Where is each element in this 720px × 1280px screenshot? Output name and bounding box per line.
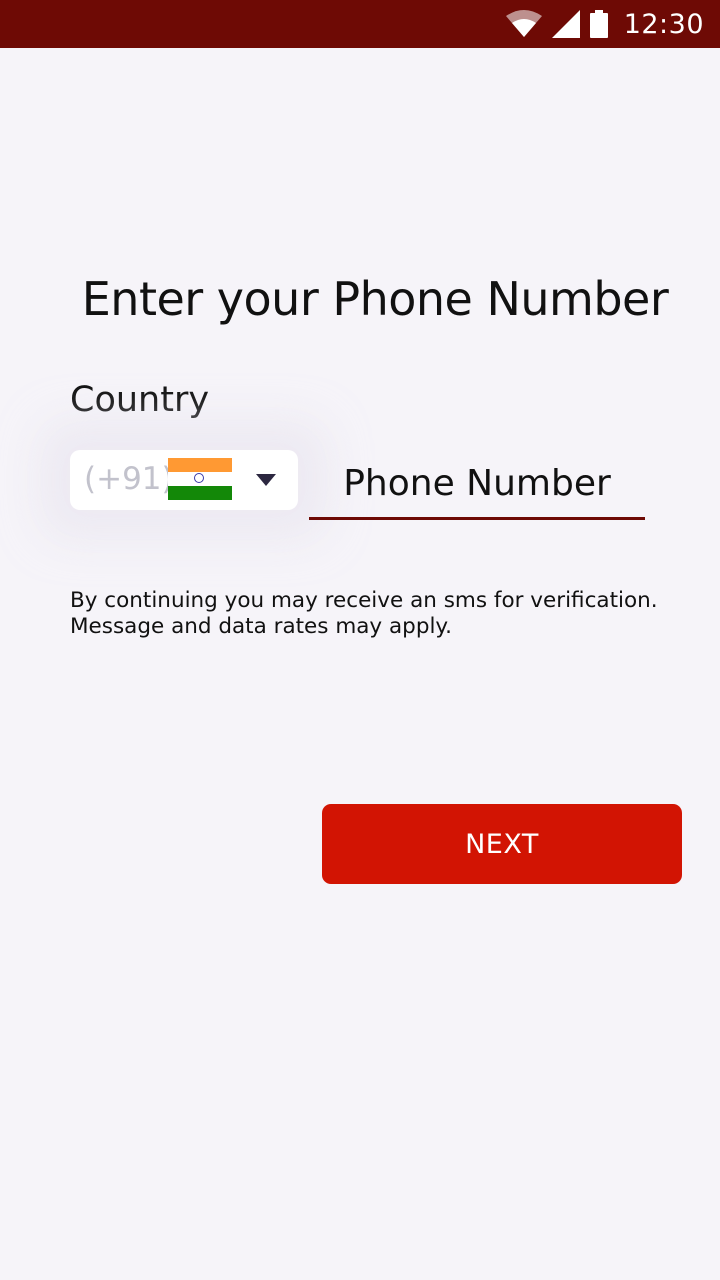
caret-down-icon[interactable] — [256, 474, 276, 486]
status-icons: 12:30 — [505, 0, 704, 48]
page-title: Enter your Phone Number — [81, 272, 669, 326]
country-label: Country — [70, 380, 210, 420]
status-clock: 12:30 — [623, 8, 704, 40]
next-button[interactable]: NEXT — [322, 804, 682, 884]
sms-disclaimer: By continuing you may receive an sms for… — [70, 588, 658, 639]
india-flag-icon — [168, 458, 232, 500]
country-picker[interactable]: (+91) — [70, 450, 298, 510]
cell-signal-icon — [551, 10, 580, 38]
phone-number-input[interactable] — [309, 450, 645, 520]
status-bar: 12:30 — [0, 0, 720, 48]
wifi-icon — [505, 10, 542, 37]
battery-icon — [589, 10, 608, 38]
dial-code: (+91) — [84, 461, 174, 497]
